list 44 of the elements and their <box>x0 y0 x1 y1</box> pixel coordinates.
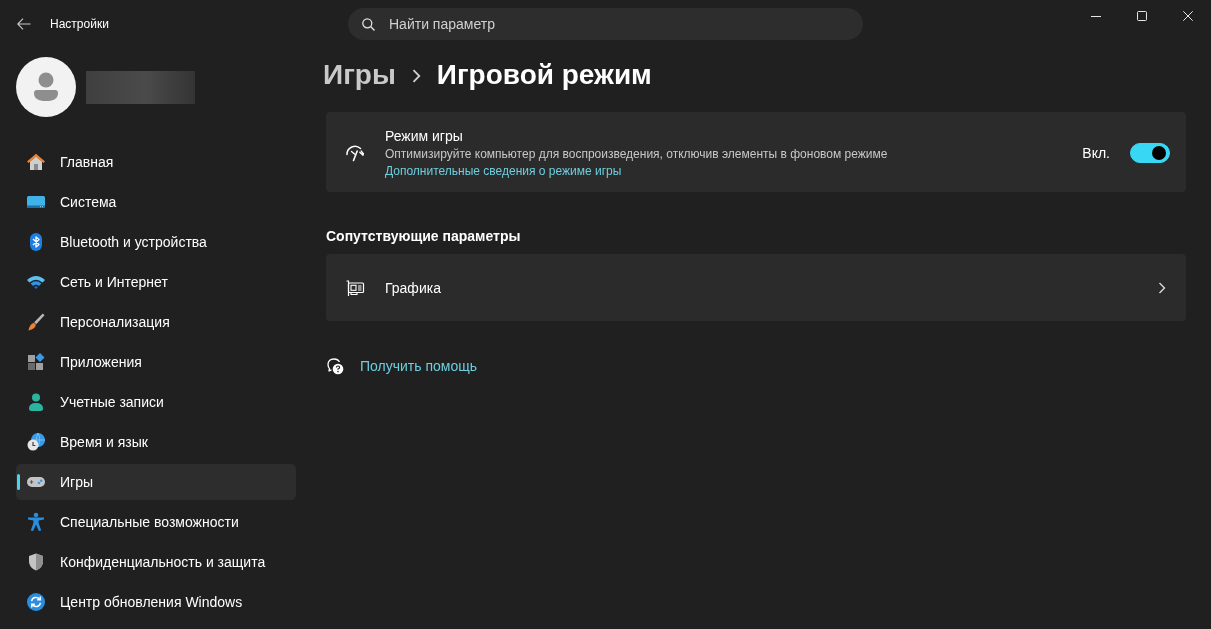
person-icon <box>26 392 46 412</box>
maximize-icon <box>1137 11 1147 21</box>
related-setting-item[interactable]: Графика <box>326 254 1186 321</box>
globe-clock-icon <box>26 432 46 452</box>
sidebar-item[interactable]: Приложения <box>16 344 296 380</box>
search-field[interactable]: Найти параметр <box>348 8 863 40</box>
house-icon <box>26 152 46 172</box>
get-help-link[interactable]: Получить помощь <box>360 358 477 374</box>
accessibility-icon <box>26 512 46 532</box>
sidebar-item[interactable]: Система <box>16 184 296 220</box>
breadcrumb-link[interactable]: Игры <box>323 59 396 91</box>
search-icon <box>362 18 375 31</box>
sidebar-item[interactable]: Игры <box>16 464 296 500</box>
brush-icon <box>26 312 46 332</box>
shield-icon <box>26 552 46 572</box>
sync-icon <box>26 592 46 612</box>
help-chat-icon <box>327 357 344 375</box>
sidebar-item[interactable]: Учетные записи <box>16 384 296 420</box>
page-title: Игровой режим <box>436 59 652 91</box>
sidebar-item[interactable]: Специальные возможности <box>16 504 296 540</box>
sidebar-item[interactable]: Главная <box>16 144 296 180</box>
graphics-card-icon <box>345 277 365 298</box>
selection-indicator <box>17 474 20 490</box>
chevron-right-icon <box>1158 281 1166 294</box>
sidebar-item[interactable]: Персонализация <box>16 304 296 340</box>
setting-title: Режим игры <box>385 126 464 145</box>
avatar-icon <box>16 57 76 117</box>
section-heading: Сопутствующие параметры <box>326 227 522 246</box>
sidebar-item[interactable]: Bluetooth и устройства <box>16 224 296 260</box>
minimize-icon <box>1091 15 1101 17</box>
learn-more-link[interactable]: Дополнительные сведения о режиме игры <box>385 162 622 180</box>
back-arrow-icon <box>17 18 31 30</box>
sidebar-item[interactable]: Конфиденциальность и защита <box>16 544 296 580</box>
apps-icon <box>26 352 46 372</box>
sidebar-item[interactable]: Центр обновления Windows <box>16 584 296 620</box>
window-title: Настройки <box>50 17 109 31</box>
sidebar-item[interactable]: Время и язык <box>16 424 296 460</box>
toggle-switch[interactable] <box>1130 143 1170 163</box>
close-icon <box>1183 11 1193 21</box>
toggle-state-label: Вкл. <box>1082 145 1110 161</box>
setting-description: Оптимизируйте компьютер для воспроизведения, отключив элементы в фоновом режиме <box>385 145 889 163</box>
gauge-icon <box>345 143 365 163</box>
chevron-right-icon <box>411 69 421 83</box>
sidebar-item[interactable]: Сеть и Интернет <box>16 264 296 300</box>
